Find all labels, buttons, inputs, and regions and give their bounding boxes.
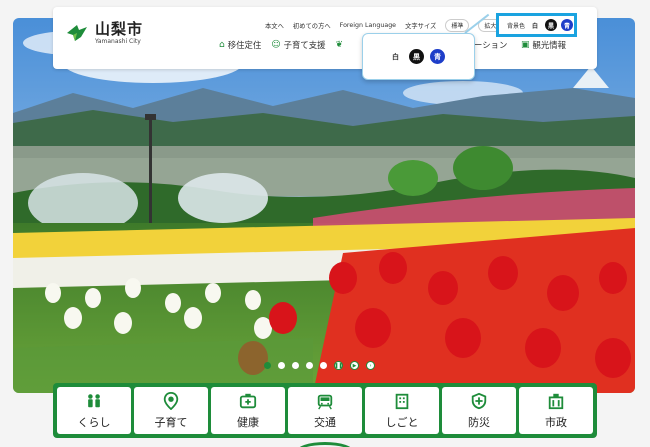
category-transport[interactable]: 交通 xyxy=(288,387,362,434)
nav-item-promotion[interactable]: ーション xyxy=(474,39,507,51)
category-label: 防災 xyxy=(468,415,490,429)
category-city-admin[interactable]: 市政 xyxy=(519,387,593,434)
slide-dot[interactable] xyxy=(292,362,299,369)
nav-item-label: ーション xyxy=(474,40,508,50)
bg-blue-button[interactable]: 青 xyxy=(561,19,574,31)
category-living[interactable]: くらし xyxy=(57,387,131,434)
slide-dot[interactable] xyxy=(278,362,285,369)
category-nav: くらし 子育て 健康 交通 しごと 防災 市政 xyxy=(53,383,597,438)
nav-item-label: 観光情報 xyxy=(532,40,567,50)
nav-item-childcare[interactable]: ☺ 子育て支援 xyxy=(271,39,325,51)
shield-icon xyxy=(471,392,487,409)
font-size-label: 文字サイズ xyxy=(405,23,437,30)
category-label: 交通 xyxy=(314,415,336,429)
global-nav: ⌂ 移住定住 ☺ 子育て支援 ❦ ーション ▣ 観光情報 xyxy=(219,39,566,51)
category-label: 子育て xyxy=(154,415,188,429)
category-childcare[interactable]: 子育て xyxy=(134,387,208,434)
nav-item-label: 移住定住 xyxy=(227,40,262,50)
category-label: 健康 xyxy=(237,415,259,429)
scroll-indicator[interactable] xyxy=(296,442,354,447)
category-health[interactable]: 健康 xyxy=(211,387,285,434)
next-icon[interactable]: › xyxy=(366,361,375,370)
home-icon: ⌂ xyxy=(219,40,225,50)
category-label: 市政 xyxy=(545,415,567,429)
medical-box-icon xyxy=(239,393,257,408)
train-icon xyxy=(317,394,333,409)
popup-blue-button[interactable]: 青 xyxy=(430,49,445,64)
hero-slideshow-image xyxy=(13,18,635,393)
skip-to-content-link[interactable]: 本文へ xyxy=(265,21,284,30)
bg-white-button[interactable]: 白 xyxy=(529,19,542,31)
slide-dot[interactable] xyxy=(264,362,271,369)
category-disaster[interactable]: 防災 xyxy=(442,387,516,434)
slide-dot[interactable] xyxy=(320,362,327,369)
background-color-label: 背景色 xyxy=(507,22,526,30)
site-logo[interactable]: 山梨市 Yamanashi City xyxy=(65,21,143,45)
logo-name-en: Yamanashi City xyxy=(95,37,141,45)
building-icon xyxy=(548,393,564,409)
slide-dot[interactable] xyxy=(306,362,313,369)
category-work[interactable]: しごと xyxy=(365,387,439,434)
bg-black-button[interactable]: 黒 xyxy=(545,19,558,31)
nav-item-leaf[interactable]: ❦ xyxy=(335,40,343,50)
category-label: くらし xyxy=(77,415,111,429)
nav-item-tourism[interactable]: ▣ 観光情報 xyxy=(521,39,566,51)
logo-name-jp: 山梨市 xyxy=(95,19,144,38)
family-icon xyxy=(88,393,100,407)
foreign-language-link[interactable]: Foreign Language xyxy=(340,22,396,29)
first-visit-link[interactable]: 初めての方へ xyxy=(293,21,331,30)
child-icon: ☺ xyxy=(271,40,281,50)
background-color-popup: 白 黒 青 xyxy=(362,33,475,80)
work-icon xyxy=(395,393,409,409)
slider-controls: ❚❚ ▶ › xyxy=(264,361,375,370)
popup-white-button[interactable]: 白 xyxy=(388,49,403,64)
play-icon[interactable]: ▶ xyxy=(350,361,359,370)
child-pin-icon xyxy=(163,391,179,410)
popup-black-button[interactable]: 黒 xyxy=(409,49,424,64)
nav-item-label: 子育て支援 xyxy=(283,40,326,50)
background-color-selector: 背景色 白 黒 青 xyxy=(496,13,577,37)
camera-icon: ▣ xyxy=(521,40,530,50)
city-emblem-icon xyxy=(67,25,87,41)
leaf-icon: ❦ xyxy=(335,40,344,50)
site-header: 山梨市 Yamanashi City 本文へ 初めての方へ Foreign La… xyxy=(53,7,597,69)
pause-icon[interactable]: ❚❚ xyxy=(334,361,343,370)
nav-item-migration[interactable]: ⌂ 移住定住 xyxy=(219,39,261,51)
category-label: しごと xyxy=(385,415,419,429)
